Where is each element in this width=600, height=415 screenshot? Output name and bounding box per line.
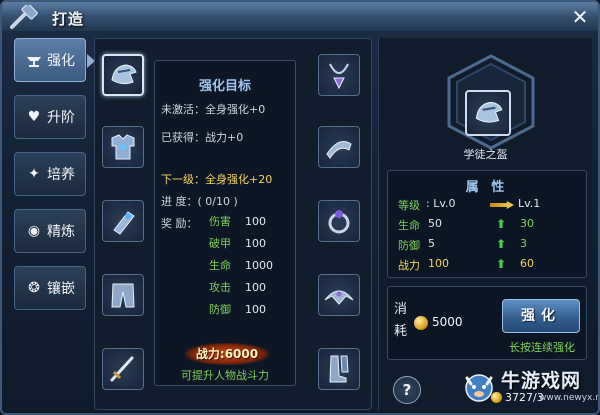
tab-label: 精炼 xyxy=(47,224,75,240)
boots-icon xyxy=(329,355,349,383)
attr-row-power: 战力 100 ⬆ 60 xyxy=(398,257,534,272)
level-arrow-icon xyxy=(490,201,514,209)
up-arrow-icon: ⬆ xyxy=(496,257,507,271)
target-title: 强化目标 xyxy=(198,79,251,94)
title-bar: 打造 ✕ xyxy=(2,2,598,32)
reward-row: 破甲 100 xyxy=(209,237,266,250)
helmet-icon xyxy=(111,64,137,85)
slot-weapon[interactable] xyxy=(102,348,144,390)
tab-advance[interactable]: ♥ 升阶 xyxy=(14,95,86,139)
ring-icon: ◉ xyxy=(27,223,41,239)
slot-helmet[interactable] xyxy=(102,54,144,96)
pants-icon xyxy=(111,283,135,308)
enhance-target-panel: 强化目标 未激活：全身强化+0 已获得：战力+0 下一级：全身强化+20 进 度… xyxy=(154,60,296,386)
selected-item-name: 学徒之盔 xyxy=(463,148,508,161)
up-arrow-icon: ⬆ xyxy=(496,237,507,251)
tab-cultivate[interactable]: ✦ 培养 xyxy=(14,152,86,196)
site-watermark: 牛游戏网 3727/3 www.newyx.net xyxy=(457,364,598,410)
cost-label: 消耗 xyxy=(394,302,408,339)
attributes-title: 属 性 xyxy=(465,180,509,195)
slot-pants[interactable] xyxy=(102,274,144,316)
helmet-icon xyxy=(475,101,503,123)
watermark-url: www.newyx.net xyxy=(539,393,598,403)
sword-icon xyxy=(110,356,134,382)
armor-icon xyxy=(111,134,135,160)
belt-icon xyxy=(326,141,352,159)
hammer-icon xyxy=(10,5,38,29)
reward-list: 伤害 100 破甲 100 生命 1000 攻击 100 防御 100 xyxy=(161,213,273,323)
tab-refine[interactable]: ◉ 精炼 xyxy=(14,209,86,253)
next-level-line: 下一级：全身强化+20 xyxy=(161,173,273,186)
tab-bar: 强化 ♥ 升阶 ✦ 培养 ◉ 精炼 ❂ 镶嵌 xyxy=(14,38,95,323)
slot-ring[interactable] xyxy=(318,200,360,242)
slot-boots[interactable] xyxy=(318,348,360,390)
slot-armor[interactable] xyxy=(102,126,144,168)
necklace-icon xyxy=(329,63,349,90)
slot-bracer[interactable] xyxy=(102,200,144,242)
help-button[interactable]: ? xyxy=(393,376,421,404)
sparkle-icon: ✦ xyxy=(28,166,40,182)
tab-label: 强化 xyxy=(47,53,75,69)
tab-label: 升阶 xyxy=(47,110,75,126)
gold-coin-icon xyxy=(491,392,502,403)
tab-enhance[interactable]: 强化 xyxy=(14,38,95,82)
bracer-icon xyxy=(113,211,135,235)
ring-icon xyxy=(328,210,350,234)
power-badge: 战力:6000 xyxy=(185,343,269,365)
up-arrow-icon: ⬆ xyxy=(496,217,507,231)
gem-icon: ❂ xyxy=(28,280,40,296)
window-title: 打造 xyxy=(52,10,85,28)
attr-row-defense: 防御 5 ⬆ 3 xyxy=(398,237,527,252)
watermark-text: 牛游戏网 xyxy=(501,370,582,392)
selected-item-slot[interactable] xyxy=(465,90,511,136)
slot-shoulder[interactable] xyxy=(318,274,360,316)
close-button[interactable]: ✕ xyxy=(568,5,592,29)
forge-window: 打造 ✕ 强化 ♥ 升阶 ✦ 培养 ◉ 精炼 ❂ 镶嵌 强化目标 未激活：全身强… xyxy=(0,0,600,415)
gold-coin-icon xyxy=(414,316,428,330)
level-row: 等级 : Lv.0 Lv.1 xyxy=(398,197,541,212)
attributes-box: 属 性 等级 : Lv.0 Lv.1 生命 50 ⬆ 30 防御 5 ⬆ 3 战… xyxy=(387,170,587,278)
progress-line: 进 度：( 0/10 ) xyxy=(161,195,238,208)
long-press-hint: 长按连续强化 xyxy=(509,341,575,354)
slot-belt[interactable] xyxy=(318,126,360,168)
anvil-icon xyxy=(25,51,43,69)
inactive-line: 未激活：全身强化+0 xyxy=(161,103,266,116)
tab-inlay[interactable]: ❂ 镶嵌 xyxy=(14,266,86,310)
reward-row: 攻击 100 xyxy=(209,281,266,294)
heart-icon: ♥ xyxy=(27,109,41,125)
attr-row-hp: 生命 50 ⬆ 30 xyxy=(398,217,534,232)
gold-count: 3727/3 xyxy=(505,391,544,404)
tab-label: 培养 xyxy=(47,167,75,183)
power-hint: 可提升人物战斗力 xyxy=(181,369,269,382)
reward-row: 伤害 100 xyxy=(209,215,266,228)
cost-box: 消耗 5000 强化 长按连续强化 xyxy=(387,286,587,360)
tab-label: 镶嵌 xyxy=(47,281,75,297)
shoulder-icon xyxy=(324,290,354,305)
item-detail-panel: 学徒之盔 属 性 等级 : Lv.0 Lv.1 生命 50 ⬆ 30 防御 5 … xyxy=(378,38,598,410)
cost-value: 5000 xyxy=(432,315,463,329)
enhance-button[interactable]: 强化 xyxy=(502,299,580,333)
reward-row: 防御 100 xyxy=(209,303,266,316)
reward-row: 生命 1000 xyxy=(209,259,273,272)
slot-necklace[interactable] xyxy=(318,54,360,96)
obtained-line: 已获得：战力+0 xyxy=(161,131,244,144)
